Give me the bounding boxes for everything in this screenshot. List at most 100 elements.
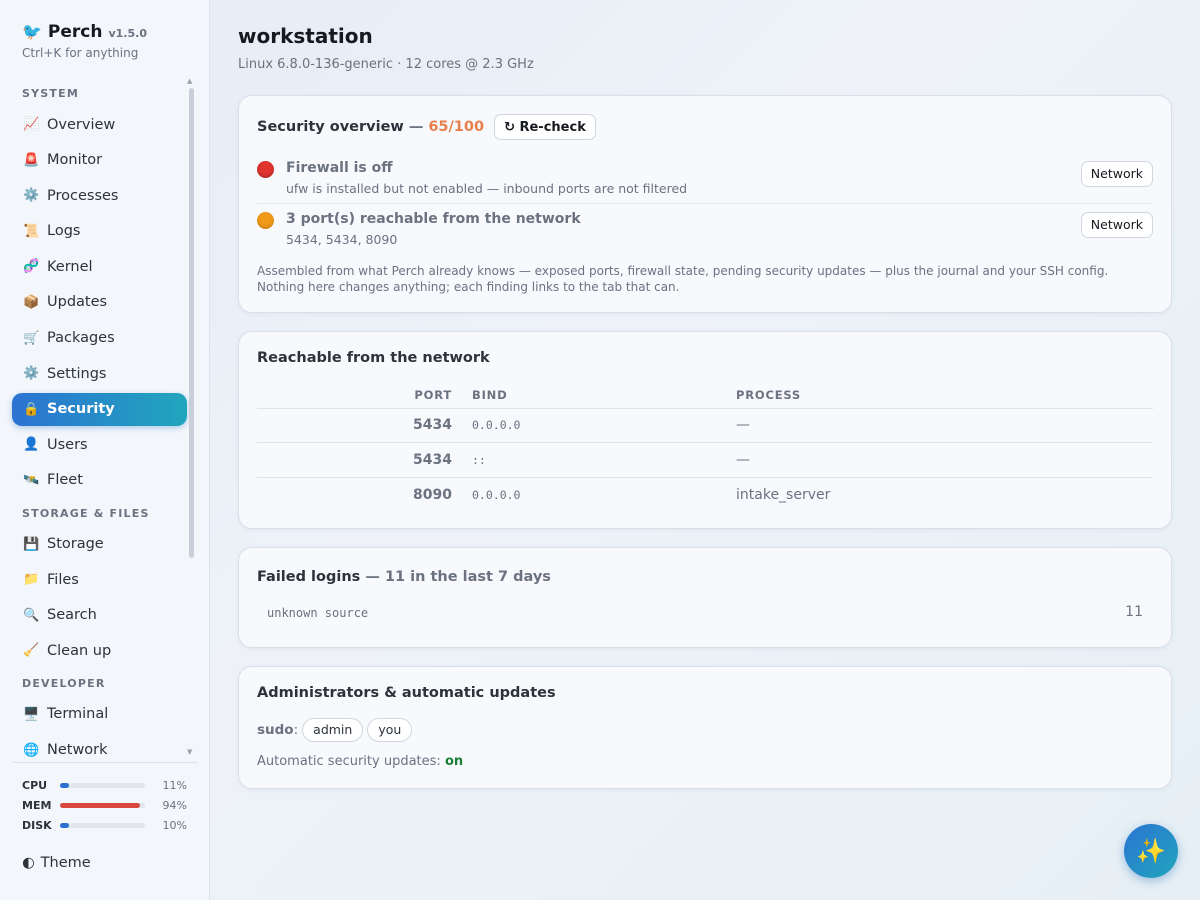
network-link-button[interactable]: Network — [1080, 161, 1153, 187]
network-link-button[interactable]: Network — [1080, 212, 1153, 238]
app-name: Perch — [47, 22, 103, 42]
card-title: Reachable from the network — [257, 350, 490, 366]
sidebar-item-overview[interactable]: 📈 Overview — [12, 108, 187, 141]
card-title: Security overview — [257, 119, 404, 135]
scroll-down-arrow-icon[interactable]: ▼ — [187, 748, 192, 756]
column-header-bind[interactable]: BIND — [472, 382, 736, 409]
sidebar-item-label: Files — [47, 571, 79, 588]
meter-fill — [60, 802, 140, 808]
cart-icon: 🛒 — [23, 330, 40, 346]
sidebar-item-label: Terminal — [47, 706, 109, 723]
sidebar-scrollbar[interactable] — [189, 88, 194, 558]
finding-firewall: Firewall is off ufw is installed but not… — [257, 157, 1153, 207]
orange-circle-icon — [257, 212, 274, 229]
app-version: v1.5.0 — [108, 27, 147, 40]
sidebar-item-kernel[interactable]: 🧬 Kernel — [12, 250, 187, 283]
resource-meters: CPU 11% MEM 94% DISK 10% — [12, 762, 198, 835]
sidebar-item-label: Processes — [47, 187, 119, 204]
disk-meter: DISK 10% — [12, 815, 198, 835]
brand: 🐦 Perch v1.5.0 Ctrl+K for anything — [22, 22, 147, 60]
chart-icon: 📈 — [23, 117, 40, 132]
port-cell: 8090 — [413, 486, 452, 503]
sidebar-item-label: Storage — [47, 536, 104, 553]
finding-title: Firewall is off — [286, 160, 393, 176]
port-cell: 5434 — [257, 408, 472, 443]
divider — [257, 203, 1153, 204]
user-tag: you — [367, 718, 413, 742]
satellite-icon: 🛰️ — [23, 472, 40, 488]
auto-updates-value: on — [444, 754, 464, 769]
sidebar-item-label: Users — [47, 436, 88, 453]
table-row: 5434 0.0.0.0 — — [257, 408, 1153, 443]
sidebar: 🐦 Perch v1.5.0 Ctrl+K for anything SYSTE… — [0, 0, 210, 900]
search-icon: 🔍 — [23, 607, 40, 623]
cpu-meter: CPU 11% — [12, 775, 198, 795]
meter-label: DISK — [22, 818, 52, 832]
user-icon: 👤 — [23, 437, 40, 453]
theme-toggle-button[interactable]: ◐ Theme — [22, 855, 91, 871]
column-header-process[interactable]: PROCESS — [736, 382, 1153, 409]
meter-label: MEM — [22, 798, 52, 812]
security-score: 65/100 — [428, 119, 485, 135]
sidebar-item-label: Monitor — [47, 152, 103, 169]
meter-label: CPU — [22, 778, 48, 792]
finding-description: 5434, 5434, 8090 — [286, 232, 398, 247]
sidebar-item-clean-up[interactable]: 🧹 Clean up — [12, 634, 187, 667]
sidebar-item-settings[interactable]: ⚙️ Settings — [12, 357, 187, 390]
red-circle-icon — [257, 161, 274, 178]
dna-icon: 🧬 — [23, 259, 40, 275]
column-header-port[interactable]: PORT — [257, 382, 472, 409]
auto-updates-row: Automatic security updates: on — [257, 754, 463, 769]
meter-track — [60, 802, 145, 808]
scroll-up-arrow-icon[interactable]: ▲ — [187, 77, 192, 85]
sidebar-item-label: Kernel — [47, 258, 93, 275]
sidebar-item-terminal[interactable]: 🖥️ Terminal — [12, 698, 187, 731]
meter-fill — [60, 782, 70, 788]
nav-section-system: SYSTEM — [22, 87, 79, 100]
gear-icon: ⚙️ — [23, 366, 40, 382]
monitor-icon: 🖥️ — [23, 706, 40, 722]
sidebar-item-storage[interactable]: 💾 Storage — [12, 528, 187, 561]
package-icon: 📦 — [23, 294, 40, 310]
assistant-sparkles-button[interactable]: ✨ — [1124, 824, 1178, 878]
sidebar-item-packages[interactable]: 🛒 Packages — [12, 322, 187, 355]
host-subtitle: Linux 6.8.0-136-generic · 12 cores @ 2.3… — [238, 57, 534, 72]
recheck-button[interactable]: ↻ Re-check — [494, 114, 596, 140]
siren-icon: 🚨 — [23, 152, 40, 168]
sidebar-item-fleet[interactable]: 🛰️ Fleet — [12, 464, 187, 497]
sidebar-item-label: Updates — [47, 294, 108, 311]
sidebar-item-label: Clean up — [47, 642, 112, 659]
sidebar-item-files[interactable]: 📁 Files — [12, 563, 187, 596]
sidebar-item-monitor[interactable]: 🚨 Monitor — [12, 144, 187, 177]
theme-label: Theme — [40, 855, 91, 871]
sidebar-item-search[interactable]: 🔍 Search — [12, 599, 187, 632]
table-row: 5434 :: — — [257, 442, 1153, 478]
security-overview-card: Security overview — 65/100 ↻ Re-check Fi… — [238, 95, 1172, 313]
sidebar-item-label: Security — [47, 401, 115, 418]
sidebar-item-users[interactable]: 👤 Users — [12, 428, 187, 461]
sidebar-item-security[interactable]: 🔒 Security — [12, 392, 187, 426]
sidebar-item-network[interactable]: 🌐 Network — [12, 734, 187, 763]
title-dash: — — [408, 119, 424, 135]
sidebar-item-processes[interactable]: ⚙️ Processes — [12, 179, 187, 212]
auto-updates-label: Automatic security updates: — [257, 754, 441, 769]
scroll-icon: 📜 — [23, 223, 40, 239]
table-row: 8090 0.0.0.0 intake_server — [257, 477, 1153, 512]
sidebar-item-label: Overview — [47, 116, 116, 133]
page-title: workstation — [238, 24, 373, 48]
mem-meter: MEM 94% — [12, 795, 198, 815]
sidebar-item-label: Settings — [47, 365, 107, 382]
sidebar-nav[interactable]: SYSTEM 📈 Overview 🚨 Monitor ⚙️ Processes 📜 L… — [0, 78, 200, 762]
ports-table: PORT BIND PROCESS 5434 0.0.0.0 — 5434 ::… — [257, 382, 1153, 512]
port-cell: 5434 — [257, 442, 472, 478]
bind-cell: 0.0.0.0 — [472, 408, 736, 443]
bind-cell: 0.0.0.0 — [472, 487, 521, 502]
meter-value: 10% — [162, 818, 187, 832]
sidebar-item-updates[interactable]: 📦 Updates — [12, 286, 187, 319]
card-title: Failed logins — [257, 569, 361, 585]
reachable-card: Reachable from the network PORT BIND PRO… — [238, 331, 1172, 529]
half-circle-icon: ◐ — [22, 855, 35, 871]
security-note: Assembled from what Perch already knows … — [257, 264, 1109, 294]
sidebar-item-logs[interactable]: 📜 Logs — [12, 215, 187, 248]
finding-title: 3 port(s) reachable from the network — [286, 211, 581, 227]
